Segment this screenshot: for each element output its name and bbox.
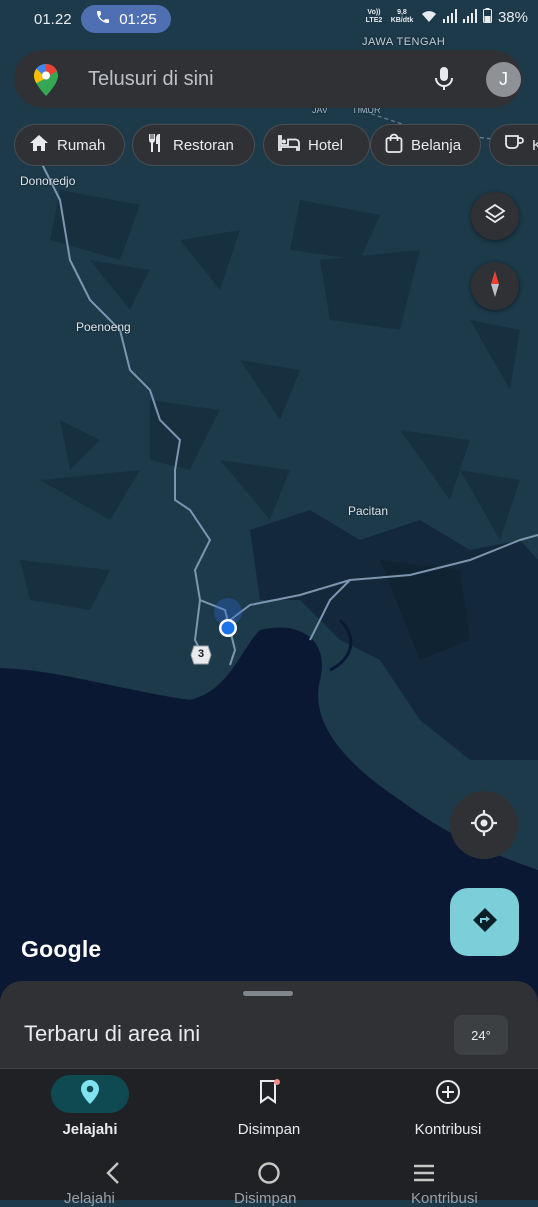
directions-button[interactable]: [450, 888, 519, 956]
status-bar: 01.22 01:25 Vo)) LTE2 9,8 KB/dtk 38%: [0, 0, 538, 40]
ongoing-call-pill[interactable]: 01:25: [81, 5, 171, 33]
call-duration: 01:25: [119, 10, 157, 28]
my-location-button[interactable]: [450, 791, 518, 859]
nav-contribute[interactable]: Kontribusi: [368, 1075, 528, 1138]
bookmark-icon: [258, 1079, 280, 1109]
google-maps-logo-icon: [34, 64, 58, 101]
home-icon: [29, 134, 49, 156]
weather-chip[interactable]: 24°: [454, 1015, 508, 1055]
place-label-donoredjo[interactable]: Donoredjo: [20, 174, 75, 188]
nav-explore-label: Jelajahi: [62, 1121, 118, 1138]
explore-bottom-sheet[interactable]: Terbaru di area ini 24°: [0, 981, 538, 1081]
account-avatar[interactable]: J: [486, 62, 521, 97]
hotel-icon: [278, 135, 300, 155]
status-icons: Vo)) LTE2 9,8 KB/dtk 38%: [365, 8, 528, 26]
chip-belanja[interactable]: Belanja: [370, 124, 481, 166]
back-icon[interactable]: [104, 1160, 122, 1191]
nav-explore[interactable]: Jelajahi: [10, 1075, 170, 1138]
home-circle-icon[interactable]: [257, 1160, 281, 1191]
status-time: 01.22: [34, 11, 72, 28]
explore-pin-icon: [80, 1079, 100, 1109]
place-label-poenoeng[interactable]: Poenoeng: [76, 320, 131, 334]
chip-kopi[interactable]: K: [489, 124, 538, 166]
add-circle-icon: [435, 1079, 461, 1109]
place-label-pacitan[interactable]: Pacitan: [348, 504, 388, 518]
microphone-icon[interactable]: [432, 66, 456, 97]
battery-icon: [482, 8, 492, 26]
sheet-title: Terbaru di area ini: [24, 1021, 201, 1046]
recents-menu-icon[interactable]: [412, 1160, 436, 1191]
battery-level: 38%: [497, 8, 528, 26]
nav-contribute-label: Kontribusi: [414, 1121, 482, 1138]
nav-saved-label: Disimpan: [237, 1121, 301, 1138]
compass-button[interactable]: [471, 262, 519, 310]
chip-label: Hotel: [308, 136, 344, 154]
shopping-bag-icon: [385, 133, 403, 157]
layers-button[interactable]: [471, 192, 519, 240]
route-shield-number: 3: [197, 648, 205, 660]
network-speed: 9,8 KB/dtk: [390, 9, 414, 24]
chip-label: Restoran: [173, 136, 234, 154]
chip-label: K: [532, 136, 538, 154]
google-logo: Google: [21, 936, 102, 962]
restaurant-icon: [147, 133, 165, 157]
chip-label: Rumah: [57, 136, 106, 154]
chip-label: Belanja: [411, 136, 462, 154]
layers-icon: [483, 202, 507, 231]
bottom-navigation: Jelajahi Disimpan Kontribusi: [0, 1068, 538, 1161]
system-navigation-bar: Jelajahi Disimpan Kontribusi: [0, 1150, 538, 1207]
chip-hotel[interactable]: Hotel: [263, 124, 370, 166]
signal-icon-2: [462, 8, 477, 26]
network-type: Vo)) LTE2: [365, 9, 383, 24]
ghost-contribute-label: Kontribusi: [411, 1190, 478, 1207]
route-shield: 3: [190, 645, 212, 665]
my-location-icon: [469, 808, 499, 843]
wifi-icon: [421, 9, 437, 26]
sheet-drag-handle[interactable]: [243, 991, 293, 996]
phone-icon: [95, 9, 111, 29]
signal-icon-1: [442, 8, 457, 26]
chip-rumah[interactable]: Rumah: [14, 124, 125, 166]
directions-icon: [471, 906, 499, 939]
category-chips: Rumah Restoran Hotel Belanja K: [14, 124, 538, 168]
compass-icon: [485, 269, 505, 304]
chip-restoran[interactable]: Restoran: [132, 124, 255, 166]
coffee-icon: [504, 134, 524, 156]
nav-saved[interactable]: Disimpan: [189, 1075, 349, 1138]
search-input[interactable]: Telusuri di sini: [88, 68, 214, 91]
ghost-explore-label: Jelajahi: [64, 1190, 115, 1207]
search-bar[interactable]: Telusuri di sini J: [14, 50, 522, 108]
ghost-saved-label: Disimpan: [234, 1190, 297, 1207]
